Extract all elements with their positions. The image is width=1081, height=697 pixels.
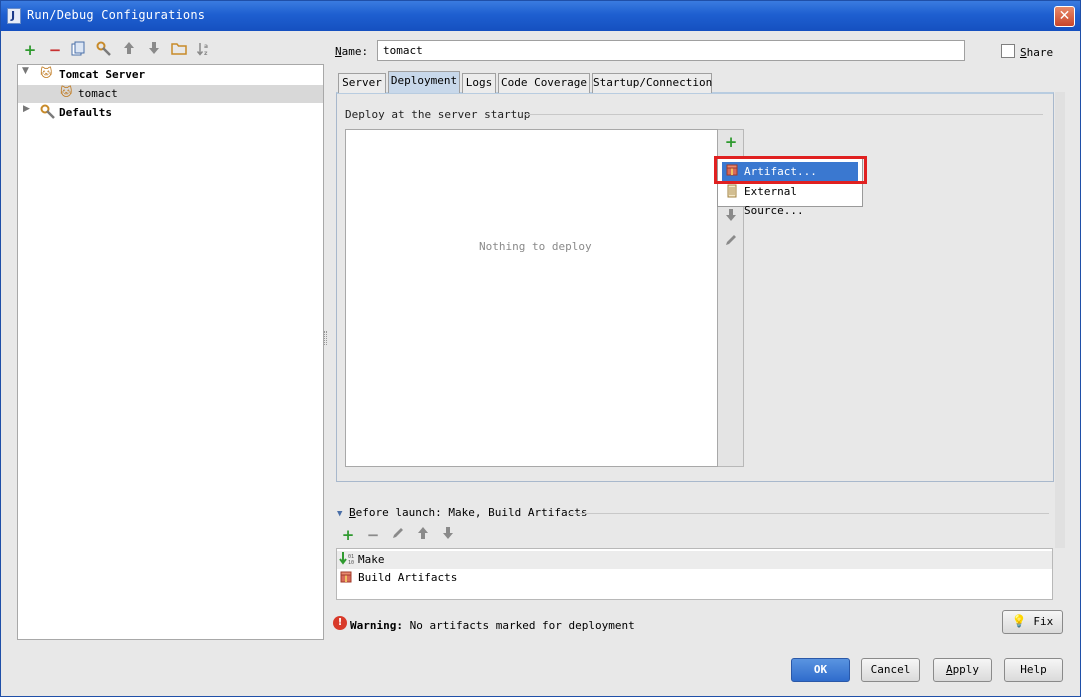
tree-item-defaults[interactable]: ▶ Defaults <box>18 104 323 122</box>
name-label: Name: <box>335 45 369 58</box>
share-checkbox[interactable] <box>1001 44 1015 58</box>
fix-button[interactable]: 💡 Fix <box>1002 610 1063 634</box>
move-task-down-icon[interactable] <box>439 526 457 544</box>
apply-button[interactable]: Apply <box>933 658 992 682</box>
tab-deployment[interactable]: Deployment <box>388 71 460 93</box>
name-input[interactable]: tomact <box>377 40 965 61</box>
task-build-artifacts[interactable]: Build Artifacts <box>337 569 1052 587</box>
artifact-highlight-box <box>714 156 867 184</box>
edit-task-icon[interactable] <box>389 526 407 544</box>
sort-icon[interactable]: az <box>195 41 213 59</box>
tab-startup-connection[interactable]: Startup/Connection <box>592 73 712 93</box>
section-divider <box>525 114 1043 115</box>
warning-message: Warning: No artifacts marked for deploym… <box>350 619 635 632</box>
menu-item-label: External Source... <box>744 185 804 217</box>
intellij-app-icon: J <box>7 8 21 24</box>
menu-item-external-source[interactable]: External Source... <box>722 182 858 217</box>
collapsed-triangle-icon[interactable]: ▶ <box>23 104 33 114</box>
tree-item-label: Tomcat Server <box>59 68 146 81</box>
run-debug-configurations-dialog: J Run/Debug Configurations ✕ + − az ▼ 🐱 … <box>0 0 1081 697</box>
svg-text:z: z <box>204 50 208 57</box>
cancel-button[interactable]: Cancel <box>861 658 920 682</box>
vertical-scrollbar[interactable] <box>1055 92 1065 548</box>
add-deploy-icon[interactable]: + <box>722 133 740 151</box>
splitter-handle[interactable] <box>324 331 327 345</box>
deploy-section-title: Deploy at the server startup <box>345 108 531 121</box>
svg-text:10: 10 <box>348 560 354 566</box>
deploy-list[interactable] <box>345 129 718 467</box>
add-icon[interactable]: + <box>21 41 39 59</box>
tree-item-label: Defaults <box>59 106 112 119</box>
tab-logs[interactable]: Logs <box>462 73 496 93</box>
tree-item-tomact[interactable]: 🐱 tomact <box>18 85 323 103</box>
tree-item-tomcat-server[interactable]: ▼ 🐱 Tomcat Server <box>18 66 323 84</box>
error-icon: ! <box>333 616 347 630</box>
move-down-icon[interactable] <box>722 208 740 226</box>
before-launch-list: 01 10 Make Build Artifacts <box>336 548 1053 600</box>
artifact-icon <box>340 571 352 589</box>
folder-icon[interactable] <box>170 41 188 59</box>
before-launch-divider <box>569 513 1049 514</box>
tab-server[interactable]: Server <box>338 73 386 93</box>
expanded-triangle-icon[interactable]: ▼ <box>22 66 32 76</box>
close-button[interactable]: ✕ <box>1054 6 1075 27</box>
share-label: Share <box>1020 46 1054 59</box>
edit-defaults-icon[interactable] <box>95 41 113 59</box>
empty-deploy-text: Nothing to deploy <box>479 240 592 253</box>
move-task-up-icon[interactable] <box>414 526 432 544</box>
external-source-icon <box>726 184 738 198</box>
edit-pencil-icon[interactable] <box>722 233 740 251</box>
tomcat-icon: 🐱 <box>40 66 53 80</box>
ok-button[interactable]: OK <box>791 658 850 682</box>
help-button[interactable]: Help <box>1004 658 1063 682</box>
svg-text:a: a <box>204 43 208 50</box>
move-down-icon[interactable] <box>145 41 163 59</box>
window-title: Run/Debug Configurations <box>27 8 206 22</box>
app-icon-letter: J <box>11 9 16 22</box>
tree-item-label: tomact <box>78 87 118 100</box>
task-label: Build Artifacts <box>358 571 458 584</box>
collapse-triangle-icon: ▼ <box>337 509 343 519</box>
add-task-icon[interactable]: + <box>339 526 357 544</box>
tab-code-coverage[interactable]: Code Coverage <box>498 73 590 93</box>
tomcat-icon: 🐱 <box>60 85 73 99</box>
title-bar[interactable]: J Run/Debug Configurations ✕ <box>1 1 1080 31</box>
before-launch-title[interactable]: ▼ Before launch: Make, Build Artifacts <box>337 506 587 519</box>
copy-icon[interactable] <box>69 41 87 59</box>
remove-task-icon[interactable]: − <box>364 526 382 544</box>
task-label: Make <box>358 553 385 566</box>
remove-icon[interactable]: − <box>46 41 64 59</box>
lightbulb-icon: 💡 <box>1011 614 1027 628</box>
configurations-tree: ▼ 🐱 Tomcat Server 🐱 tomact ▶ Defaults <box>17 64 324 640</box>
move-up-icon[interactable] <box>120 41 138 59</box>
task-make[interactable]: 01 10 Make <box>337 551 1052 569</box>
dialog-body: + − az ▼ 🐱 Tomcat Server 🐱 tomact ▶ Defa… <box>5 31 1076 693</box>
defaults-wrench-icon <box>40 104 56 119</box>
